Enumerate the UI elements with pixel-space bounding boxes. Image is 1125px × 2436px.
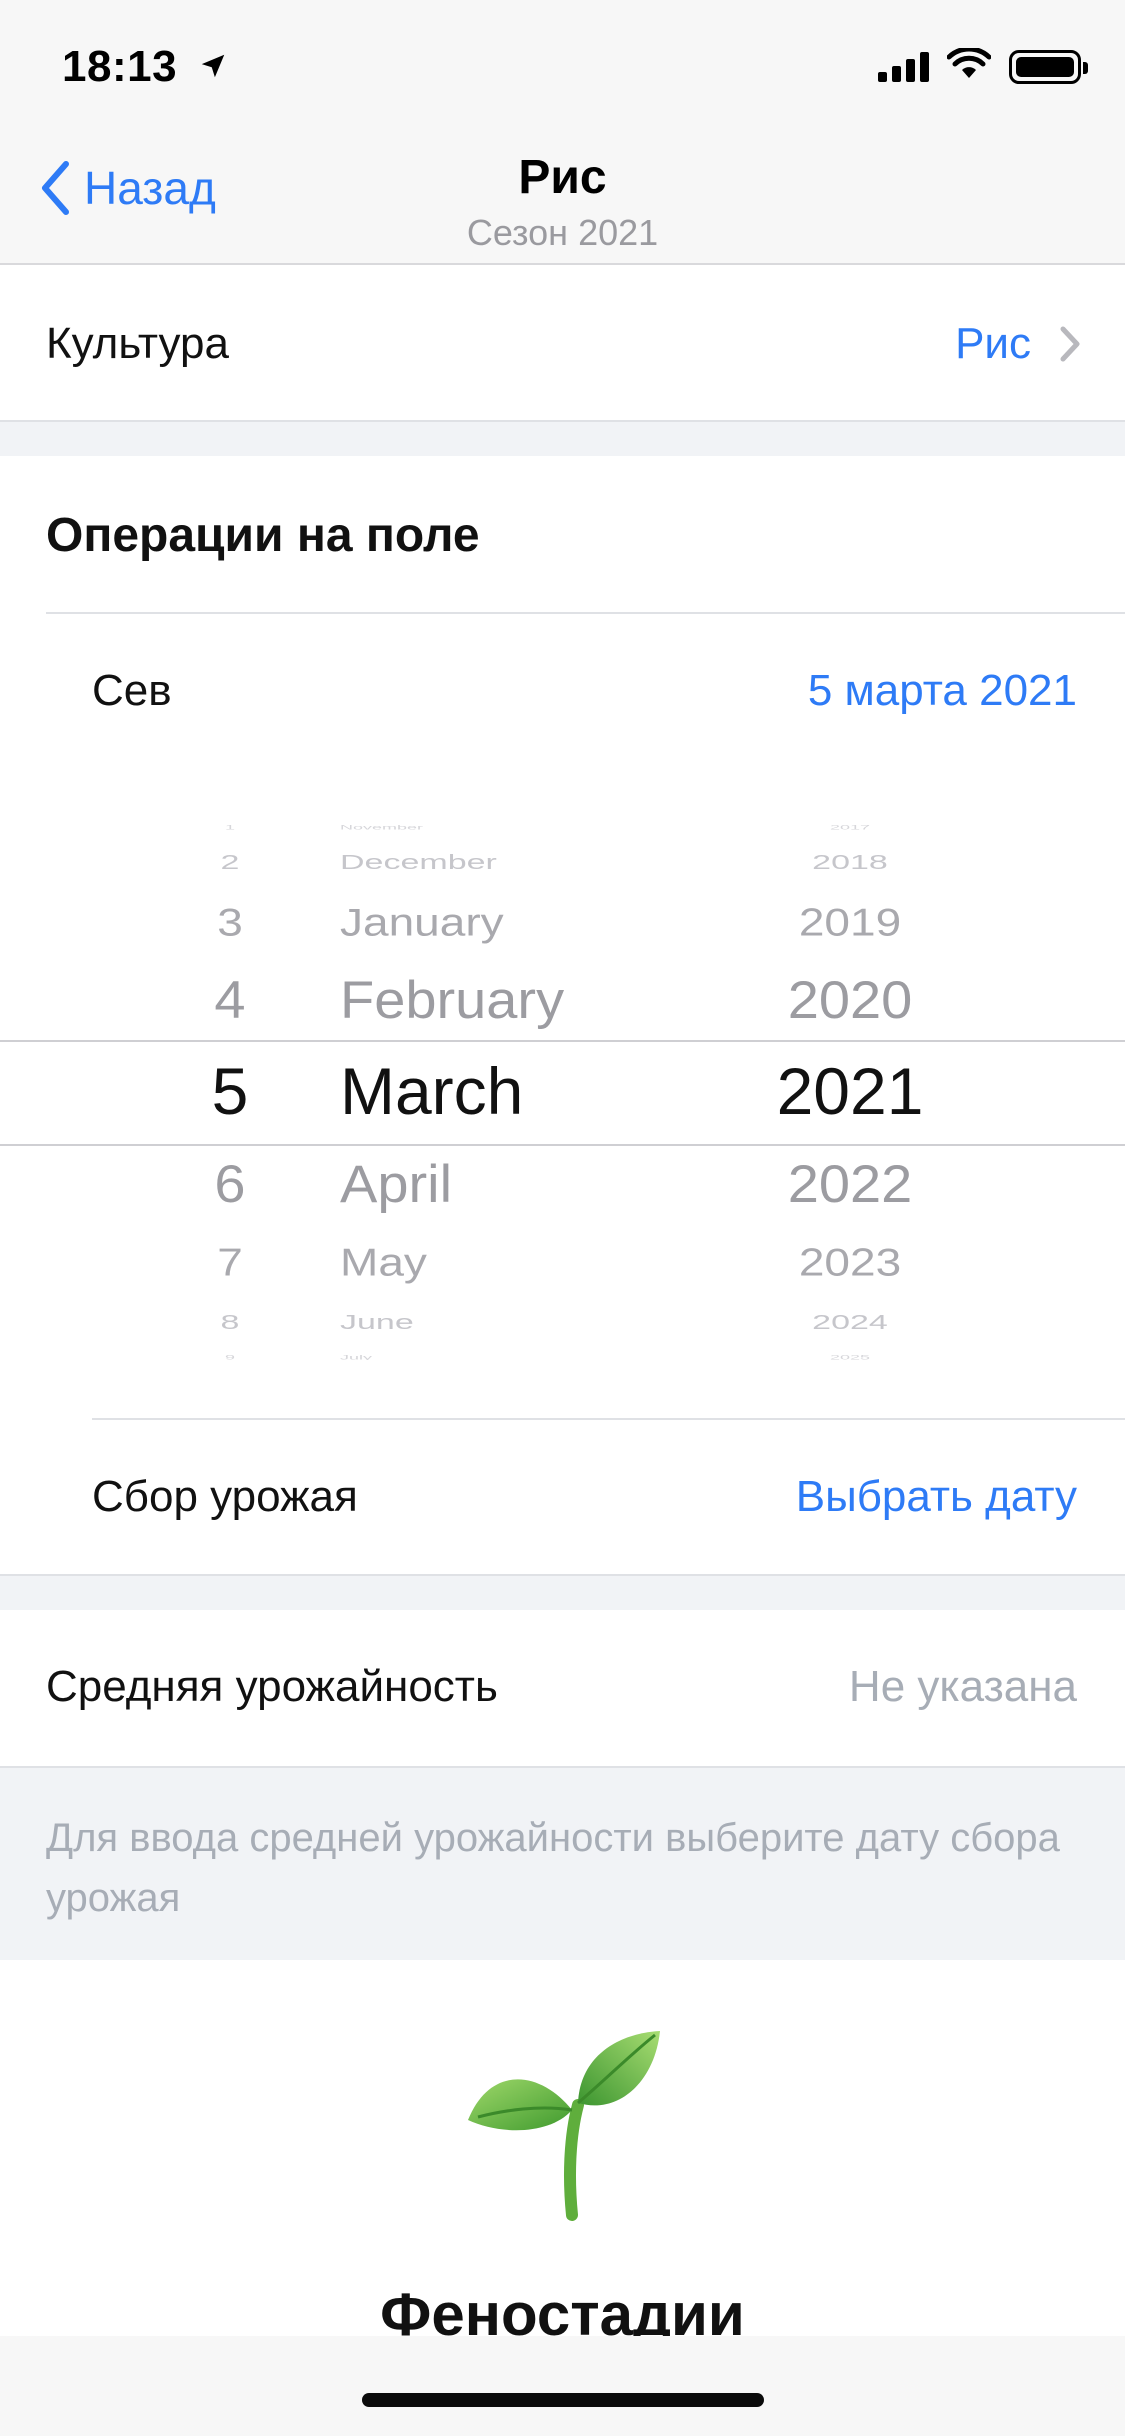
picker-month-option[interactable]: May [340, 1239, 427, 1285]
yield-row[interactable]: Средняя урожайность Не указана [0, 1610, 1125, 1766]
picker-year-option[interactable]: 2024 [740, 1310, 960, 1333]
sowing-date-value: 5 марта 2021 [807, 666, 1077, 715]
yield-hint-text: Для ввода средней урожайности выберите д… [46, 1816, 1060, 1920]
status-icons [878, 46, 1088, 85]
picker-day-option[interactable]: 7 [160, 1239, 300, 1285]
picker-year-option[interactable]: 2019 [740, 899, 960, 945]
picker-month-option[interactable]: June [340, 1310, 414, 1333]
picker-year-option[interactable]: 2021 [740, 1053, 960, 1129]
picker-year-option[interactable]: 2022 [740, 1153, 960, 1215]
sowing-label: Сев [92, 666, 172, 715]
page-subtitle: Сезон 2021 [466, 212, 659, 253]
harvest-date-button[interactable]: Выбрать дату [796, 1472, 1077, 1522]
chevron-right-icon [1060, 326, 1080, 362]
picker-day-option[interactable]: 8 [160, 1310, 300, 1333]
time-text: 18:13 [62, 42, 178, 91]
picker-month-column[interactable]: November December January February March Apri… [340, 820, 670, 1360]
picker-month-option[interactable]: November [340, 824, 423, 831]
status-time: 18:13 [62, 42, 228, 92]
picker-day-option[interactable]: 2 [160, 850, 300, 873]
harvest-label: Сбор урожая [92, 1472, 358, 1521]
picker-month-option[interactable]: December [340, 850, 497, 873]
date-picker[interactable]: 1 2 3 4 5 6 7 8 9 November December January Februar… [0, 820, 1125, 1360]
location-arrow-icon [198, 42, 228, 92]
picker-day-option[interactable]: 3 [160, 899, 300, 945]
picker-day-option[interactable]: 6 [160, 1153, 300, 1215]
seedling-icon [460, 2025, 670, 2225]
picker-day-option[interactable]: 5 [160, 1053, 300, 1129]
cellular-signal-icon [878, 51, 929, 82]
picker-month-option[interactable]: July [340, 1354, 372, 1360]
picker-day-option[interactable]: 9 [160, 1354, 300, 1360]
screen: 18:13 Назад Рис Сезон 2021 Культура Рис … [0, 0, 1125, 2436]
picker-year-column[interactable]: 2017 2018 2019 2020 2021 2022 2023 2024 2025 [740, 820, 960, 1360]
navigation-bar: 18:13 Назад Рис Сезон 2021 [0, 0, 1125, 265]
picker-month-option[interactable]: January [340, 899, 504, 945]
battery-icon [1009, 49, 1088, 84]
picker-day-option[interactable]: 1 [160, 824, 300, 831]
picker-year-option[interactable]: 2017 [740, 824, 960, 831]
yield-value: Не указана [848, 1662, 1077, 1711]
wifi-icon [946, 46, 992, 85]
picker-year-option[interactable]: 2023 [740, 1239, 960, 1285]
picker-month-option[interactable]: April [340, 1153, 452, 1215]
culture-label: Культура [46, 319, 229, 368]
page-title: Рис [518, 151, 607, 204]
picker-year-option[interactable]: 2020 [740, 969, 960, 1031]
bottom-bar [0, 2336, 1125, 2436]
picker-month-option[interactable]: March [340, 1053, 523, 1129]
picker-year-option[interactable]: 2018 [740, 850, 960, 873]
sowing-row[interactable]: Сев 5 марта 2021 [0, 614, 1125, 774]
section-separator [0, 422, 1125, 456]
yield-label: Средняя урожайность [46, 1662, 498, 1711]
picker-year-option[interactable]: 2025 [740, 1354, 960, 1360]
picker-month-option[interactable]: February [340, 969, 564, 1031]
culture-value: Рис [955, 319, 1031, 368]
harvest-row[interactable]: Сбор урожая Выбрать дату [0, 1420, 1125, 1576]
section-separator [0, 1576, 1125, 1610]
culture-row[interactable]: Культура Рис [0, 267, 1125, 420]
home-indicator[interactable] [362, 2393, 764, 2407]
picker-day-option[interactable]: 4 [160, 969, 300, 1031]
picker-day-column[interactable]: 1 2 3 4 5 6 7 8 9 [160, 820, 300, 1360]
section-title-operations: Операции на поле [46, 509, 480, 562]
